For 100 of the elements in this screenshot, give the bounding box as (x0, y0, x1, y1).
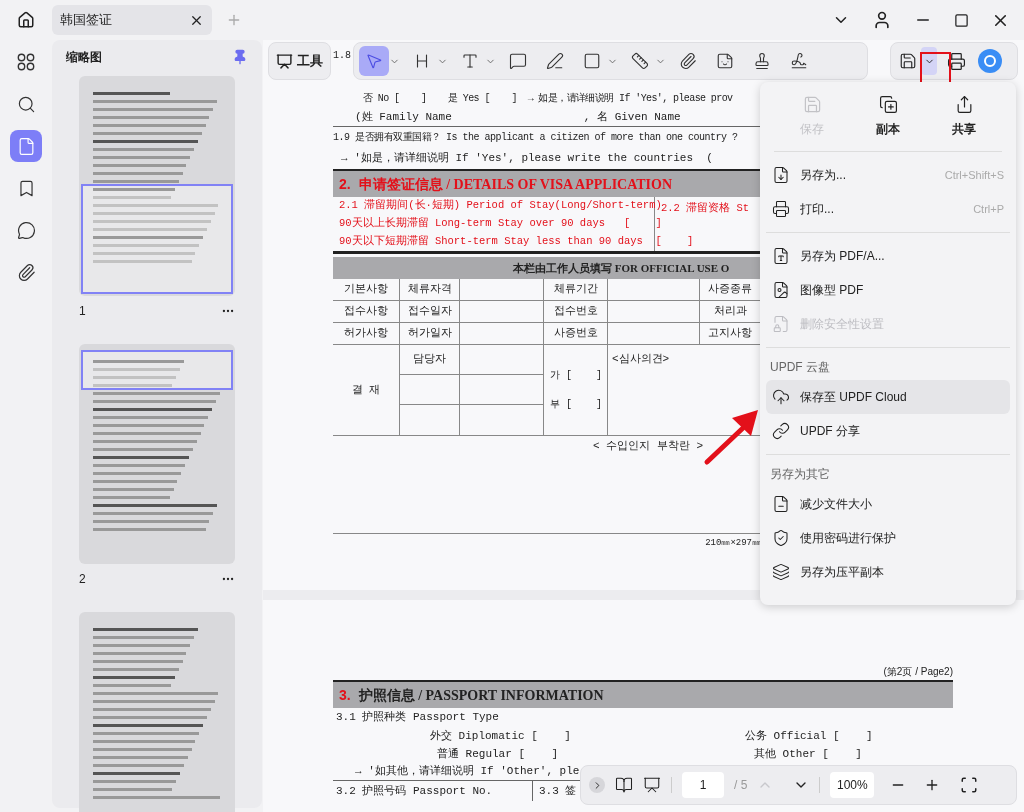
form-text: 90天以下短期滞留 Short-term Stay less than 90 days [ ] (339, 234, 694, 250)
menu-action[interactable]: 副本 (876, 95, 900, 138)
form-text: → '如是，请详细说明 If 'Yes', please write the countries ( (341, 151, 713, 167)
form-cell-text: 처리과 (713, 304, 747, 320)
page-thumbnail[interactable] (79, 612, 235, 812)
form-cell-text: 접수사항 (344, 304, 388, 320)
form-text: 其他 Other [ ] (754, 746, 862, 762)
menu-section-heading: UPDF 云盘 (770, 359, 830, 376)
locked-file-icon (772, 315, 790, 333)
cloud-upload-icon (772, 388, 790, 406)
page-thumbnail[interactable] (79, 344, 235, 564)
apps-icon[interactable] (16, 52, 36, 72)
menu-item[interactable]: 图像型 PDF (766, 273, 1010, 307)
menu-item[interactable]: 另存为压平副本 (766, 555, 1010, 589)
menu-item[interactable]: UPDF 分享 (766, 414, 1010, 448)
ai-assistant-icon[interactable] (978, 49, 1002, 73)
home-icon (17, 11, 35, 29)
section-number: 3. (339, 685, 351, 705)
form-text: 3.1 护照种类 Passport Type (336, 710, 499, 726)
form-text: < 수입인지 부착란 > (593, 438, 703, 454)
form-cell-text: 결 재 (351, 382, 381, 398)
menu-item[interactable]: 保存至 UPDF Cloud (766, 380, 1010, 414)
ruler-icon (631, 52, 649, 70)
page-number-field[interactable]: 1 (682, 772, 724, 798)
panel-title: 缩略图 (66, 49, 102, 66)
text-icon (461, 52, 479, 70)
tools-button[interactable]: 工具 (268, 42, 331, 80)
form-cell-text: 가 [ ] (550, 369, 603, 383)
page-thumbnail[interactable] (79, 76, 235, 296)
form-cell-text: <심사의견> (612, 353, 670, 365)
user-icon[interactable] (872, 10, 892, 30)
form-cell-text: 체류자격 (407, 282, 452, 298)
stamp-icon (753, 52, 771, 70)
form-text: 2.2 滞留资格 St (661, 202, 750, 214)
page-number: 2 (79, 571, 86, 588)
menu-item[interactable]: 打印... Ctrl+P (766, 192, 1010, 226)
form-text: 3.3 签 (539, 783, 577, 799)
form-cell-text: 허가사항 (344, 326, 388, 342)
pdf-file-icon (772, 247, 790, 265)
form-text: 90天以上长期滞留 Long-term Stay over 90 days [ ] (339, 216, 662, 232)
form-text: 外交 Diplomatic [ ] (430, 729, 571, 742)
form-text: 普通 Regular [ ] (437, 747, 559, 760)
menu-item[interactable]: 另存为 PDF/A... (766, 239, 1010, 273)
form-text: 3.2 护照号码 Passport No. (336, 783, 493, 799)
signature-icon (790, 52, 808, 70)
search-icon (16, 94, 36, 114)
form-cell-text: 사증종류 (708, 282, 752, 298)
form-cell-text: 고지사항 (708, 326, 752, 342)
form-cell-text: 접수일자 (407, 304, 452, 320)
tool-button[interactable] (359, 46, 389, 76)
page-number: 1 (79, 303, 86, 320)
copy-plus-icon (878, 95, 898, 114)
zoom-field[interactable]: 100% (830, 772, 875, 798)
section-title: 申请签证信息 / DETAILS OF VISA APPLICATION (358, 175, 673, 194)
page-total: / 5 (734, 777, 748, 794)
file-minus-icon (772, 495, 790, 513)
link-icon (772, 422, 790, 440)
image-file-icon (772, 281, 790, 299)
pen-icon (546, 52, 564, 70)
menu-action[interactable]: 共享 (952, 95, 976, 138)
paperclip-icon (679, 52, 697, 70)
document-tab[interactable]: 韩国签证 (52, 5, 212, 35)
form-cell-text: 허가일자 (407, 326, 452, 342)
form-text: 210㎜×297㎜ (705, 537, 761, 551)
menu-section-heading: 另存为其它 (770, 466, 830, 483)
section-title: 护照信息 / PASSPORT INFORMATION (358, 686, 604, 705)
menu-item[interactable]: 使用密码进行保护 (766, 521, 1010, 555)
form-text: 否 No [ ] 是 Yes [ ] → 如是，请详细说明 If 'Yes', please prov (363, 91, 733, 106)
layers-icon (772, 563, 790, 581)
printer-icon (772, 200, 790, 218)
rectangle-icon (583, 52, 601, 70)
pin-icon[interactable] (232, 49, 248, 65)
comment-icon (16, 220, 36, 240)
form-text: → '如其他，请详细说明 If 'Other', ple (355, 764, 580, 780)
form-cell-text: 사증번호 (553, 326, 598, 342)
presentation-icon[interactable] (643, 776, 661, 794)
page-label: (第2页 / Page2) (883, 664, 953, 679)
form-cell-text: 담당자 (413, 352, 446, 368)
form-text: 1.9 是否拥有双重国籍？ Is the applicant a citizen of more than one country ? (333, 130, 738, 145)
maximize-icon[interactable] (954, 12, 969, 28)
form-text: (姓 Family Name , 名 Given Name (355, 109, 681, 125)
menu-item[interactable]: 另存为... Ctrl+Shift+S (766, 158, 1010, 192)
viewport-indicator[interactable] (81, 350, 233, 390)
menu-item[interactable]: 减少文件大小 (766, 487, 1010, 521)
form-text: 公务 Official [ ] (745, 728, 873, 744)
form-cell-text: 기본사항 (344, 282, 388, 298)
two-page-icon[interactable] (615, 776, 633, 794)
form-cell-text: 체류기간 (553, 282, 598, 298)
form-text: 2.1 滞留期间(长·短期) Period of Stay(Long/Short-term) (339, 198, 662, 214)
form-cell-text: 접수번호 (553, 304, 598, 320)
section-title: 本栏由工作人员填写 FOR OFFICIAL USE O (513, 260, 730, 276)
viewport-indicator[interactable] (81, 184, 233, 294)
comment-icon (509, 52, 527, 70)
sticker-icon (716, 52, 734, 70)
file-download-icon (772, 166, 790, 184)
fit-page-icon[interactable] (960, 776, 979, 794)
section-number: 2. (339, 174, 351, 194)
printer-icon[interactable] (947, 51, 966, 71)
shield-icon (772, 529, 790, 547)
form-cell-text: 부 [ ] (550, 398, 603, 412)
